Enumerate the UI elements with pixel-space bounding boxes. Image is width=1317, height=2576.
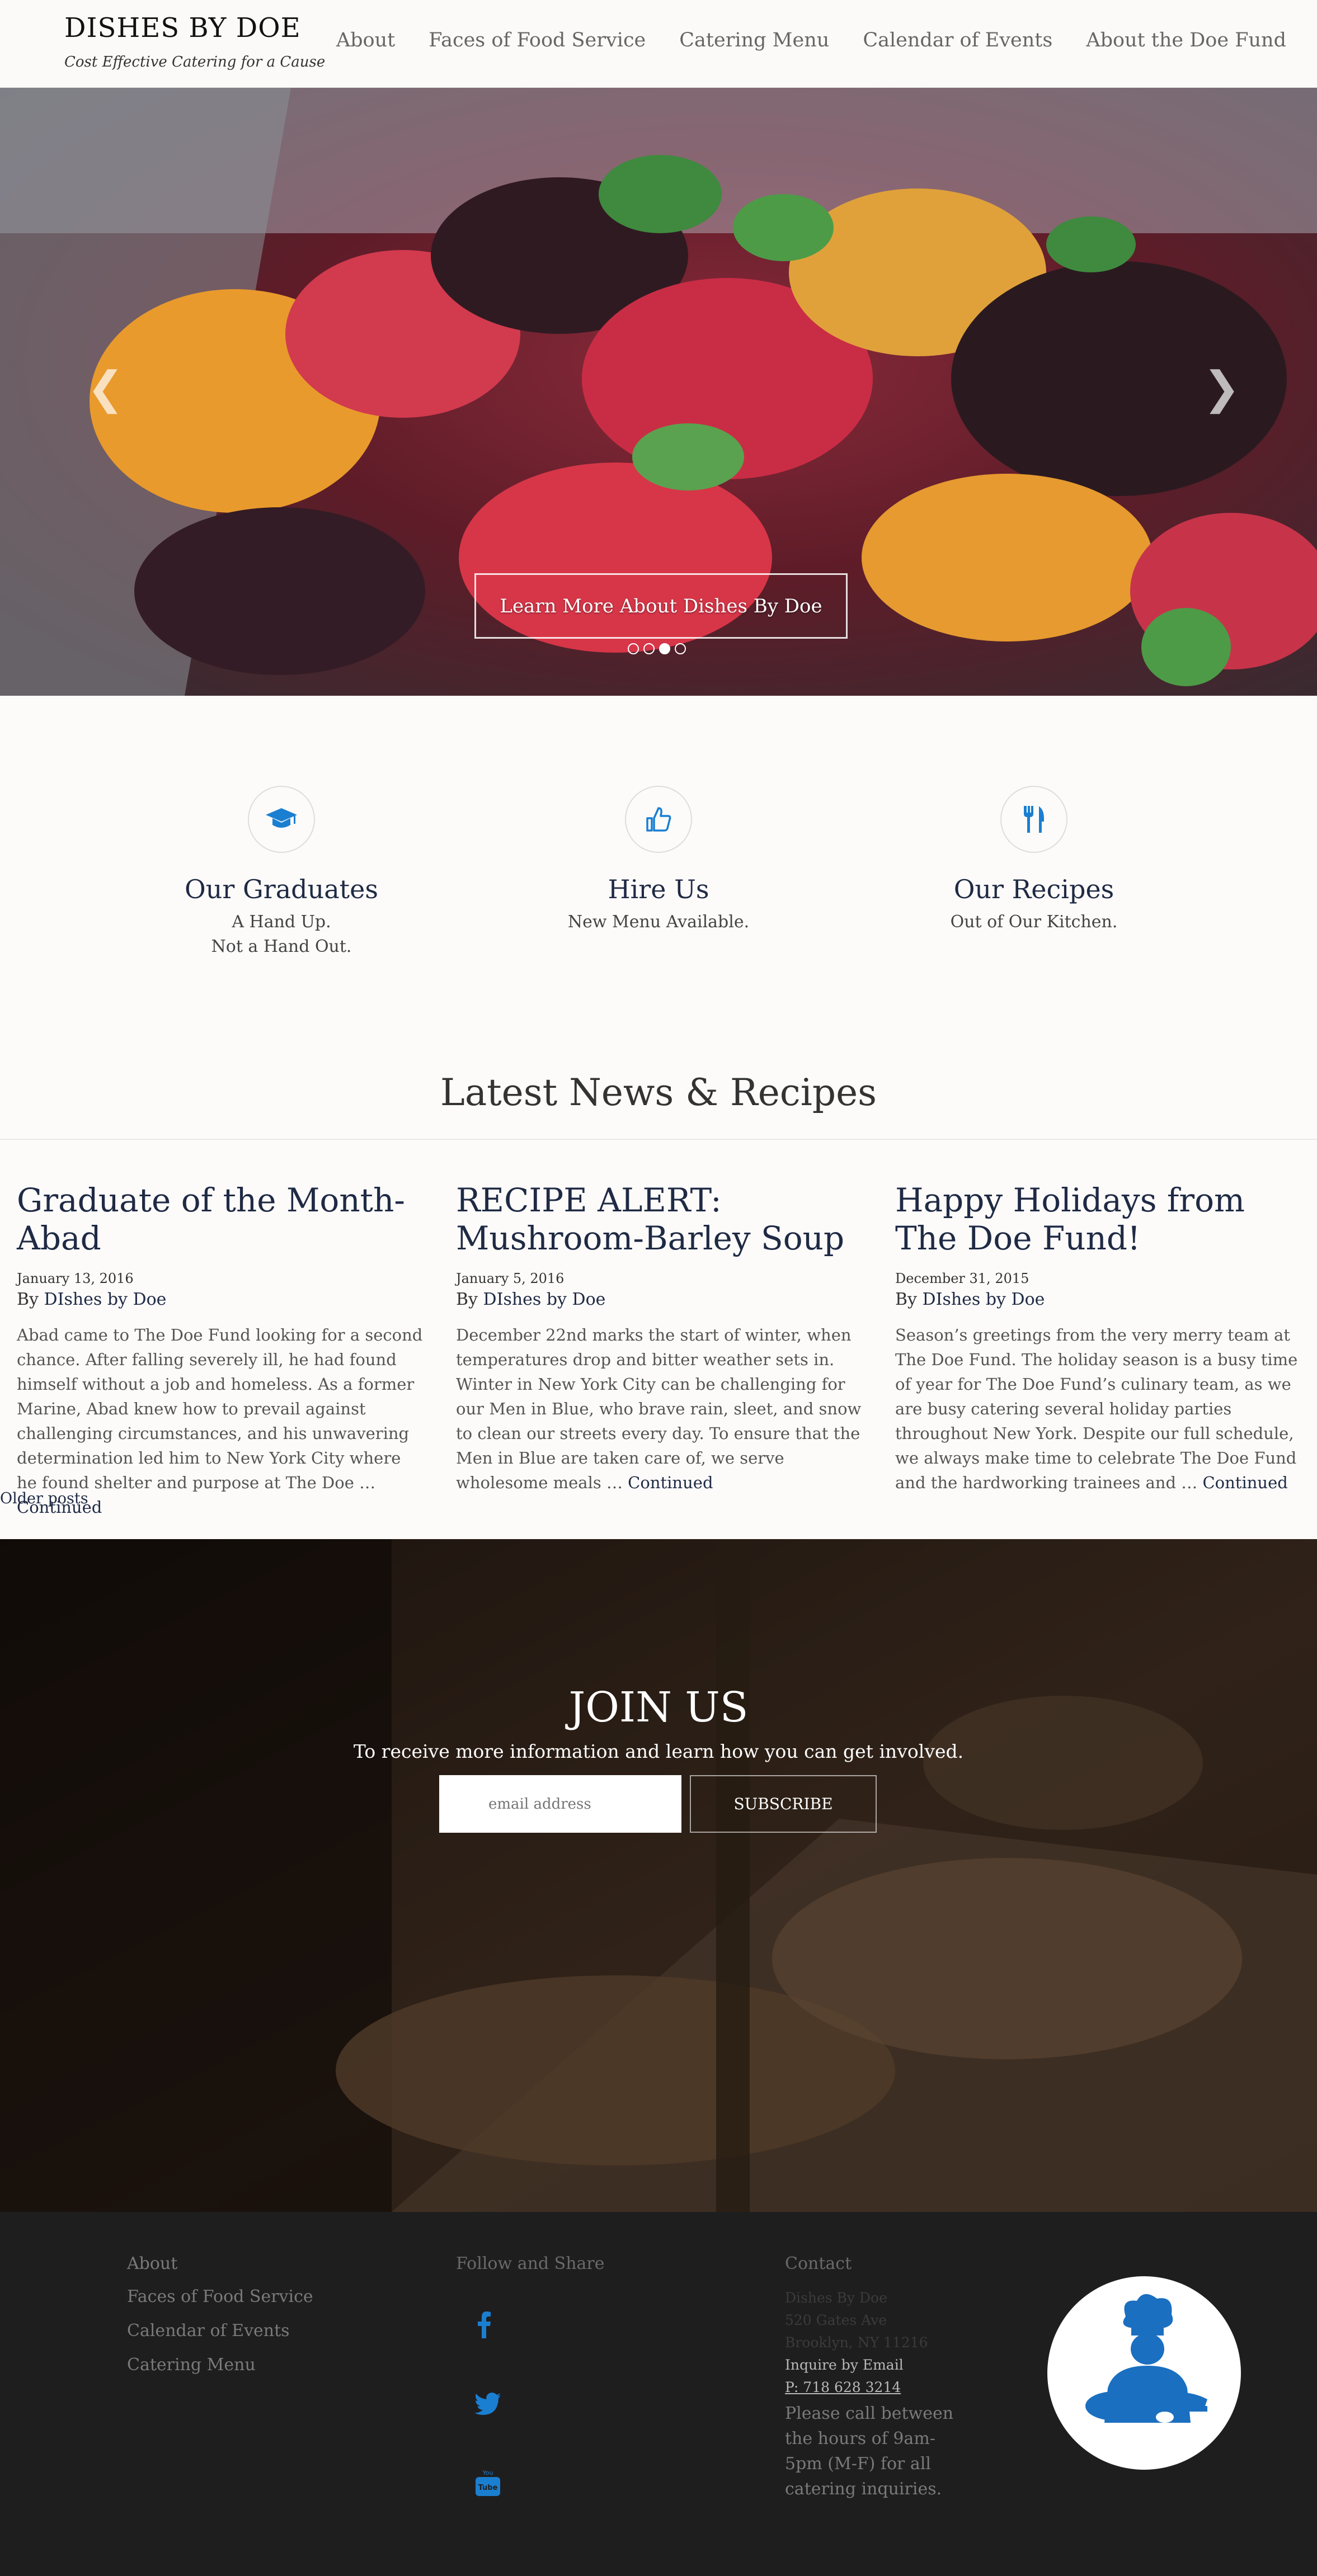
excerpt-text: Season’s greetings from the very merry t… (895, 1325, 1298, 1492)
continued-link[interactable]: Continued (1202, 1473, 1287, 1492)
footer-link-faces[interactable]: Faces of Food Service (127, 2287, 313, 2306)
feature-hire-us: Hire Us New Menu Available. (491, 786, 826, 935)
post-author[interactable]: DIshes by Doe (923, 1290, 1045, 1309)
post-author[interactable]: DIshes by Doe (483, 1290, 606, 1309)
follow-heading: Follow and Share (456, 2254, 605, 2273)
feature-line: A Hand Up. (232, 912, 331, 932)
facebook-icon[interactable] (477, 2311, 491, 2338)
post-title[interactable]: Happy Holidays from The Doe Fund! (895, 1181, 1304, 1257)
excerpt-text: December 22nd marks the start of winter,… (456, 1325, 862, 1492)
site-header: DISHES BY DOE Cost Effective Catering fo… (0, 0, 1317, 88)
feature-line: Not a Hand Out. (211, 937, 352, 956)
post-date: January 5, 2016 (456, 1271, 565, 1286)
fork-knife-icon (1000, 786, 1067, 853)
feature-title: Hire Us (608, 874, 709, 904)
contact-street: 520 Gates Ave (785, 2312, 887, 2328)
nav-faces-of-food-service[interactable]: Faces of Food Service (429, 29, 646, 51)
latest-news-heading: Latest News & Recipes (440, 1071, 877, 1114)
footer-contact: Contact Dishes By Doe 520 Gates Ave Broo… (785, 2254, 958, 2502)
svg-text:Tube: Tube (478, 2484, 498, 2492)
subscribe-button[interactable]: SUBSCRIBE (690, 1775, 877, 1833)
carousel-prev-icon[interactable]: ❮ (87, 362, 124, 414)
main-nav: About Faces of Food Service Catering Men… (303, 29, 1286, 51)
brand-title[interactable]: DISHES BY DOE (64, 12, 301, 44)
footer-link-about[interactable]: About (127, 2254, 313, 2273)
nav-calendar-of-events[interactable]: Calendar of Events (863, 29, 1052, 51)
contact-heading: Contact (785, 2254, 852, 2273)
post-title[interactable]: RECIPE ALERT: Mushroom-Barley Soup (456, 1181, 864, 1257)
feature-title: Our Recipes (953, 874, 1114, 904)
graduation-cap-icon (248, 786, 315, 853)
excerpt-text: Abad came to The Doe Fund looking for a … (17, 1325, 423, 1492)
svg-text:You: You (482, 2469, 493, 2476)
chef-icon (1085, 2294, 1207, 2423)
nav-catering-menu[interactable]: Catering Menu (679, 29, 829, 51)
join-us-subtitle: To receive more information and learn ho… (353, 1740, 964, 1762)
carousel-dot-active[interactable] (659, 643, 670, 654)
post-author[interactable]: DIshes by Doe (44, 1290, 167, 1309)
feature-our-graduates: Our Graduates A Hand Up. Not a Hand Out. (114, 786, 449, 959)
contact-note: Please call between the hours of 9am-5pm… (785, 2404, 954, 2499)
carousel-next-icon[interactable]: ❯ (1203, 362, 1240, 414)
post-date: December 31, 2015 (895, 1271, 1029, 1286)
post-author-line: By DIshes by Doe (895, 1290, 1304, 1309)
post-card: Graduate of the Month- Abad January 13, … (17, 1181, 425, 1520)
phone-link[interactable]: P: 718 628 3214 (785, 2376, 958, 2399)
footer-follow: Follow and Share (456, 2254, 605, 2287)
post-card: Happy Holidays from The Doe Fund! Decemb… (895, 1181, 1304, 1495)
footer-links: About Faces of Food Service Calendar of … (127, 2254, 313, 2389)
email-input[interactable] (439, 1775, 681, 1833)
contact-name: Dishes By Doe (785, 2290, 887, 2306)
chef-logo[interactable] (1047, 2276, 1241, 2470)
post-excerpt: Season’s greetings from the very merry t… (895, 1323, 1304, 1495)
footer-link-catering[interactable]: Catering Menu (127, 2355, 313, 2375)
footer-link-calendar[interactable]: Calendar of Events (127, 2321, 313, 2341)
thumbs-up-icon (625, 786, 692, 853)
join-us-title: JOIN US (568, 1683, 749, 1732)
post-author-line: By DIshes by Doe (17, 1290, 425, 1309)
pastry-background-image (0, 1539, 1317, 2212)
inquire-email-link[interactable]: Inquire by Email (785, 2354, 958, 2376)
contact-city: Brooklyn, NY 11216 (785, 2334, 928, 2351)
post-author-line: By DIshes by Doe (456, 1290, 864, 1309)
feature-our-recipes: Our Recipes Out of Our Kitchen. (866, 786, 1202, 935)
nav-about[interactable]: About (336, 29, 395, 51)
feature-title: Our Graduates (185, 874, 378, 904)
older-posts-link[interactable]: Older posts (0, 1490, 88, 1507)
post-date: January 13, 2016 (17, 1271, 134, 1286)
author-prefix: By (17, 1290, 39, 1309)
divider (0, 1139, 1317, 1140)
carousel-indicators (628, 643, 686, 654)
brand-tagline: Cost Effective Catering for a Cause (64, 54, 326, 70)
join-us-section (0, 1539, 1317, 2212)
carousel-dot[interactable] (628, 643, 639, 654)
post-excerpt: December 22nd marks the start of winter,… (456, 1323, 864, 1495)
nav-about-doe-fund[interactable]: About the Doe Fund (1086, 29, 1286, 51)
carousel-dot[interactable] (675, 643, 686, 654)
twitter-icon[interactable] (474, 2393, 501, 2415)
author-prefix: By (895, 1290, 917, 1309)
post-title[interactable]: Graduate of the Month- Abad (17, 1181, 425, 1257)
learn-more-button[interactable]: Learn More About Dishes By Doe (474, 573, 848, 639)
carousel-dot[interactable] (643, 643, 655, 654)
feature-line: Out of Our Kitchen. (950, 912, 1118, 932)
continued-link[interactable]: Continued (628, 1473, 713, 1492)
author-prefix: By (456, 1290, 478, 1309)
feature-line: New Menu Available. (567, 912, 750, 932)
post-card: RECIPE ALERT: Mushroom-Barley Soup Janua… (456, 1181, 864, 1495)
youtube-icon[interactable]: You Tube (474, 2469, 501, 2497)
